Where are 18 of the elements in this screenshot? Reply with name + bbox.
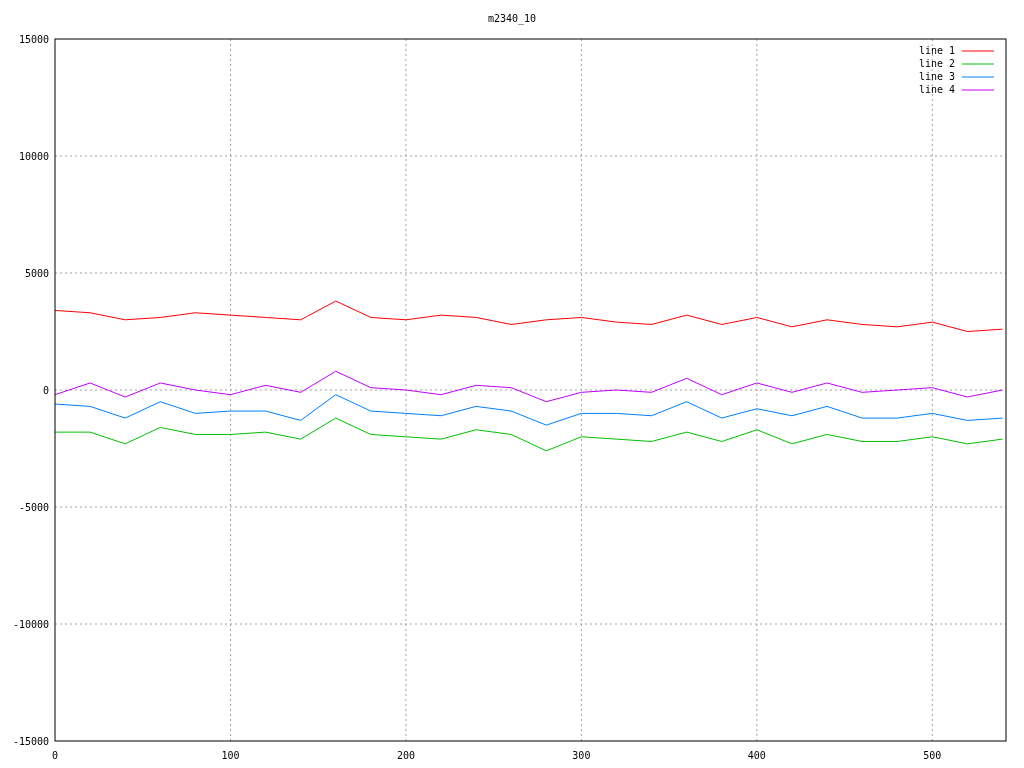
legend-label: line 1: [918, 45, 955, 56]
legend-label: line 2: [918, 58, 955, 69]
y-tick-label: 0: [42, 385, 49, 396]
y-tick-label: -10000: [12, 619, 49, 630]
x-tick-label: 500: [923, 750, 942, 761]
y-tick-label: -15000: [12, 736, 49, 747]
x-tick-label: 400: [747, 750, 766, 761]
y-tick-label: 15000: [18, 34, 49, 45]
legend-label: line 3: [918, 71, 955, 82]
legend-label: line 4: [918, 84, 955, 95]
y-tick-label: -5000: [18, 502, 49, 513]
x-tick-label: 0: [52, 750, 58, 761]
y-tick-label: 10000: [18, 151, 49, 162]
x-tick-label: 200: [396, 750, 415, 761]
y-tick-label: 5000: [24, 268, 49, 279]
chart-title: m2340_10: [487, 13, 537, 24]
x-tick-label: 300: [572, 750, 591, 761]
x-tick-label: 100: [221, 750, 240, 761]
